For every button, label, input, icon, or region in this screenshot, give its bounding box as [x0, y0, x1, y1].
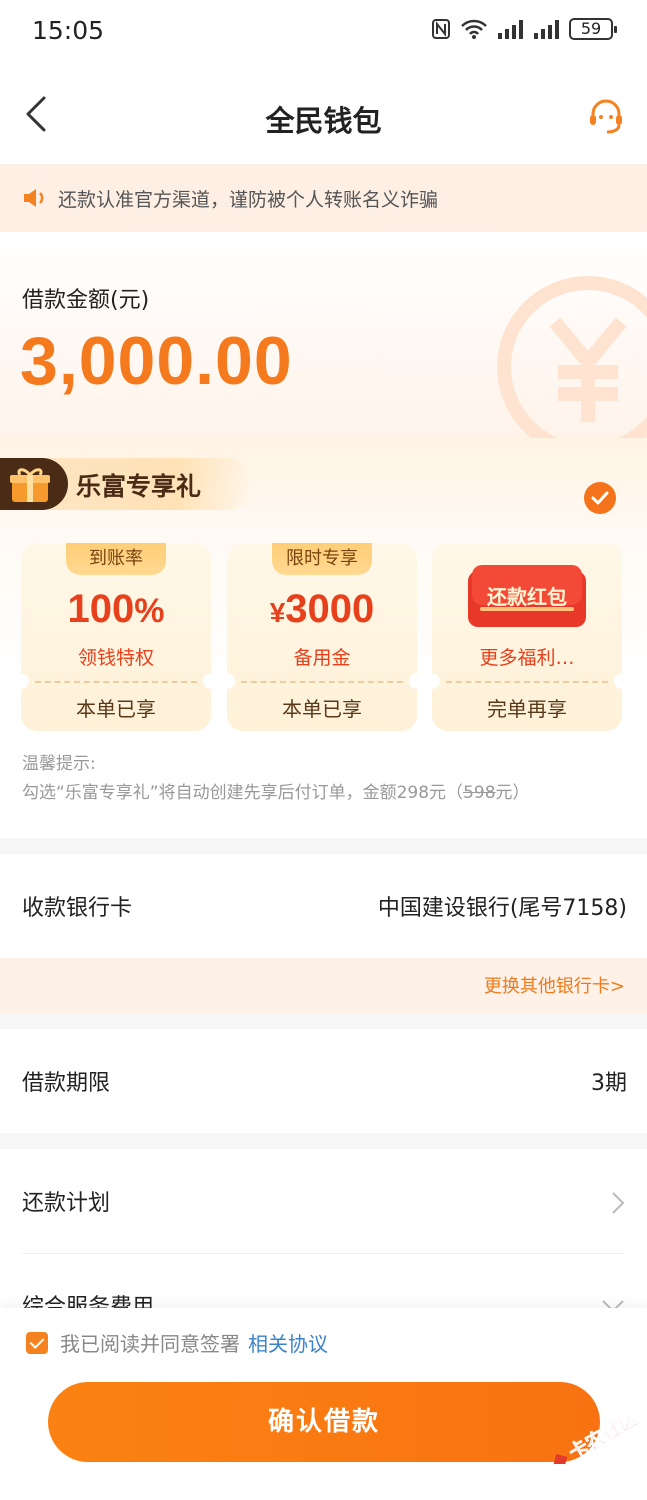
- benefit-card-rate[interactable]: 到账率 100% 领钱特权 本单已享: [13, 543, 219, 731]
- change-bank-link[interactable]: 更换其他银行卡>: [484, 972, 625, 998]
- card-tab: 限时专享: [272, 543, 372, 575]
- amount-label: 借款金额(元): [22, 288, 150, 313]
- term-row[interactable]: 借款期限 3期: [0, 1029, 647, 1133]
- card-foot: 本单已享: [76, 697, 156, 721]
- term-value: 3期: [591, 1071, 627, 1096]
- status-time: 15:05: [32, 16, 105, 45]
- amount-section: 借款金额(元) 3,000.00: [0, 232, 647, 438]
- card-divider: [241, 681, 403, 683]
- bank-value: 中国建设银行(尾号7158): [377, 896, 627, 921]
- card-foot: 完单再享: [487, 697, 567, 721]
- card-sub: 领钱特权: [77, 647, 154, 669]
- change-bank-bar: 更换其他银行卡>: [0, 958, 647, 1013]
- card-tab: 到账率: [66, 543, 166, 575]
- signal-icon-2: [534, 20, 559, 39]
- yen-watermark-icon: [497, 276, 647, 438]
- wifi-icon: [461, 19, 487, 39]
- card-divider: [446, 681, 608, 683]
- tips-title: 温馨提示:: [22, 754, 96, 774]
- chevron-right-icon: [612, 1192, 625, 1214]
- gift-box-icon: [10, 468, 50, 502]
- tips: 温馨提示: 勾选“乐富专享礼”将自动创建先享后付订单，金额298元（598元）: [22, 750, 530, 808]
- speaker-icon: [24, 189, 44, 207]
- notice-bar: 还款认准官方渠道，谨防被个人转账名义诈骗: [0, 164, 647, 232]
- gift-title: 乐富专享礼: [76, 472, 202, 501]
- confirm-loan-button[interactable]: 确认借款: [48, 1382, 600, 1462]
- gift-section: 乐富专享礼 到账率 100% 领钱特权 本单已享 限时专享 ¥3000 备用金 …: [0, 438, 647, 838]
- nfc-icon: [432, 19, 450, 39]
- card-big-value: ¥3000: [269, 587, 375, 631]
- notice-text: 还款认准官方渠道，谨防被个人转账名义诈骗: [58, 188, 439, 211]
- customer-service-icon[interactable]: [587, 98, 625, 134]
- tips-text: 勾选“乐富专享礼”将自动创建先享后付订单，金额298元（598元）: [22, 783, 530, 803]
- page-title: 全民钱包: [265, 104, 382, 138]
- card-foot: 本单已享: [282, 697, 362, 721]
- gift-checked-icon[interactable]: [584, 482, 616, 514]
- status-bar: 15:05 59: [0, 0, 647, 64]
- plan-label: 还款计划: [22, 1191, 111, 1216]
- signal-icon-1: [498, 20, 523, 39]
- bank-row[interactable]: 收款银行卡 中国建设银行(尾号7158): [0, 854, 647, 958]
- benefit-card-reserve[interactable]: 限时专享 ¥3000 备用金 本单已享: [219, 543, 425, 731]
- kanong-watermark-logo: 卡农社区: [553, 1406, 642, 1464]
- card-divider: [35, 681, 197, 683]
- status-icons: 59: [431, 18, 617, 40]
- battery-indicator: 59: [569, 18, 617, 40]
- card-big-value: 100%: [67, 587, 165, 631]
- card-sub: 备用金: [293, 647, 351, 669]
- red-packet-label: 还款红包: [487, 585, 567, 609]
- agreement-link[interactable]: 相关协议: [248, 1328, 328, 1357]
- watermark-text: 卡农社区: [565, 1407, 642, 1464]
- card-sub: 更多福利…: [479, 647, 575, 669]
- term-label: 借款期限: [22, 1071, 111, 1096]
- repayment-plan-row[interactable]: 还款计划 综合服务费用: [0, 1149, 647, 1320]
- benefit-card-redpacket[interactable]: 还款红包 更多福利… 完单再享: [424, 543, 630, 731]
- amount-value: 3,000.00: [20, 323, 293, 399]
- bank-label: 收款银行卡: [22, 896, 133, 921]
- nav-bar: 全民钱包: [0, 64, 647, 164]
- agreement-checkbox[interactable]: [26, 1331, 48, 1354]
- agreement-text: 我已阅读并同意签署: [60, 1332, 240, 1356]
- agreement-row: 我已阅读并同意签署 相关协议: [26, 1328, 328, 1357]
